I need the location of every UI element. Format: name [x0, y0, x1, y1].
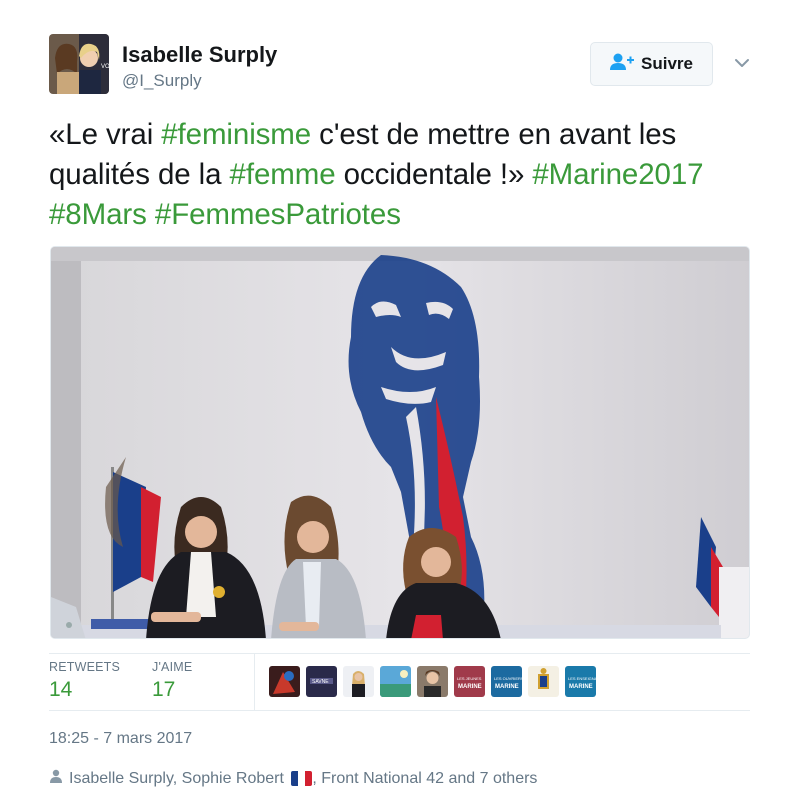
- hashtag-link[interactable]: #feminisme: [161, 118, 311, 151]
- likes-stat[interactable]: J'AIME 17: [152, 660, 192, 702]
- stats-vertical-divider: [254, 654, 255, 710]
- hashtag-link[interactable]: #8Mars: [49, 198, 147, 231]
- follow-button-label: Suivre: [641, 54, 693, 73]
- tweet-timestamp[interactable]: 18:25 - 7 mars 2017: [49, 730, 192, 748]
- liker-avatars: SAVNE LES JEUNES MARINE LES OUVRIERS MARIN…: [269, 666, 596, 697]
- hashtag-link[interactable]: #Marine2017: [532, 158, 703, 191]
- tweet-card: VOI Isabelle Surply @I_Surply Suivre «Le…: [0, 0, 800, 799]
- follow-button[interactable]: Suivre: [590, 42, 713, 86]
- svg-text:LES OUVRIERS: LES OUVRIERS: [494, 676, 522, 681]
- retweets-label: RETWEETS: [49, 660, 121, 674]
- svg-text:MARINE: MARINE: [495, 684, 519, 690]
- tweet-text-segment: [147, 198, 155, 231]
- author-handle[interactable]: @I_Surply: [122, 71, 202, 91]
- liker-avatar[interactable]: LES JEUNES MARINE: [454, 666, 485, 697]
- retweets-count: 14: [49, 678, 73, 701]
- likes-count: 17: [152, 678, 176, 701]
- liker-avatar[interactable]: [269, 666, 300, 697]
- follow-user-plus-icon: [610, 53, 634, 76]
- author-avatar[interactable]: VOI: [49, 34, 109, 94]
- retweets-stat[interactable]: RETWEETS 14: [49, 660, 120, 702]
- person-icon: [49, 769, 63, 788]
- context-names: Isabelle Surply, Sophie Robert: [69, 769, 284, 787]
- stats-divider-top: [49, 653, 750, 654]
- svg-text:MARINE: MARINE: [569, 684, 593, 690]
- svg-text:LES JEUNES: LES JEUNES: [457, 676, 482, 681]
- followed-by-context[interactable]: Isabelle Surply, Sophie Robert , Front N…: [49, 769, 537, 788]
- context-others: , Front National 42 and 7 others: [312, 769, 538, 787]
- author-name[interactable]: Isabelle Surply: [122, 42, 277, 68]
- liker-avatar[interactable]: [380, 666, 411, 697]
- liker-avatar[interactable]: [417, 666, 448, 697]
- chevron-down-icon[interactable]: [733, 54, 751, 72]
- tweet-photo[interactable]: [50, 246, 750, 639]
- tweet-text: «Le vrai #feminisme c'est de mettre en a…: [49, 115, 749, 235]
- svg-text:MARINE: MARINE: [458, 684, 482, 690]
- svg-text:VOI: VOI: [101, 64, 109, 70]
- liker-avatar[interactable]: LES ENSEIGNANTS MARINE: [565, 666, 596, 697]
- likes-label: J'AIME: [152, 660, 193, 674]
- liker-avatar[interactable]: LES OUVRIERS MARINE: [491, 666, 522, 697]
- svg-text:LES ENSEIGNANTS: LES ENSEIGNANTS: [568, 676, 596, 681]
- tweet-text-segment: «Le vrai: [49, 118, 162, 151]
- french-flag-icon: [291, 770, 313, 786]
- hashtag-link[interactable]: #femme: [230, 158, 336, 191]
- liker-avatar[interactable]: [528, 666, 559, 697]
- svg-text:SAVNE: SAVNE: [312, 679, 329, 685]
- liker-avatar[interactable]: SAVNE: [306, 666, 337, 697]
- tweet-text-segment: occidentale !»: [335, 158, 533, 191]
- hashtag-link[interactable]: #FemmesPatriotes: [155, 198, 401, 231]
- liker-avatar[interactable]: [343, 666, 374, 697]
- stats-divider-bottom: [49, 710, 750, 711]
